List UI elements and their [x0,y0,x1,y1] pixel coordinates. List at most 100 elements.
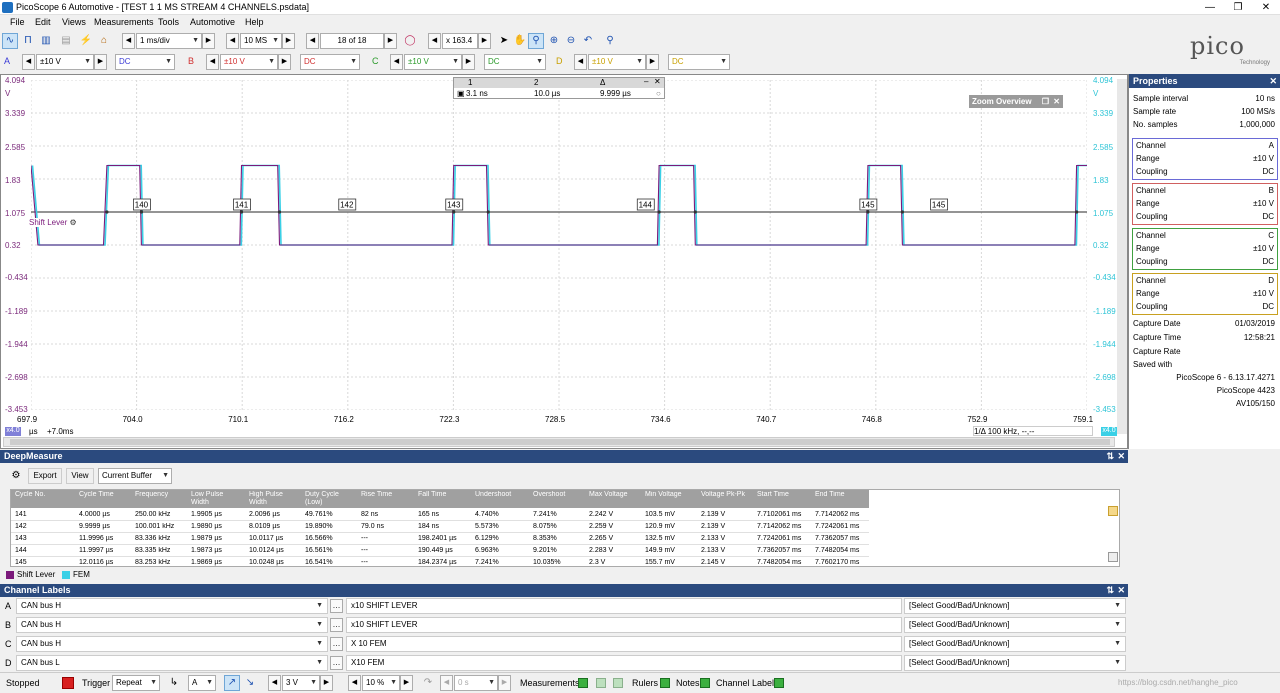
label-field[interactable]: x10 SHIFT LEVER [346,617,902,633]
delay-icon[interactable]: ↷ [420,675,436,691]
channel-a-range-prev[interactable]: ◀ [22,54,35,70]
column-header[interactable]: Voltage Pk-Pk [701,491,751,499]
bus-select[interactable]: CAN bus H ▼ [16,617,328,633]
menu-tools[interactable]: Tools [158,17,179,27]
channel-d-range-prev[interactable]: ◀ [574,54,587,70]
rulers-icon[interactable] [660,678,670,688]
channel-c-range-next[interactable]: ▶ [462,54,475,70]
zoom-next-button[interactable]: ▶ [478,33,491,49]
column-header[interactable]: Min Voltage [645,491,695,499]
cycle-marker[interactable]: 141 [233,198,251,211]
column-header[interactable]: Low Pulse Width [191,491,243,507]
scrollbar-thumb[interactable] [10,439,1110,445]
horizontal-scrollbar[interactable] [3,437,1115,447]
column-header[interactable]: Cycle No. [15,491,73,499]
column-header[interactable]: Overshoot [533,491,583,499]
buffer-select[interactable]: Current Buffer ▼ [98,468,172,484]
menu-automotive[interactable]: Automotive [190,17,235,27]
level-prev-button[interactable]: ◀ [268,675,281,691]
delete-measurement-icon[interactable] [613,678,623,688]
column-header[interactable]: Cycle Time [79,491,129,499]
channel-a-range-next[interactable]: ▶ [94,54,107,70]
zoom-factor[interactable]: x 163.4 [442,33,478,49]
rising-edge-icon[interactable]: ↗ [224,675,240,691]
vertical-scrollbar[interactable] [1117,79,1127,434]
scope-view[interactable]: 4.094 V 3.339 2.585 1.83 1.075 0.32 -0.434 -1.18… [0,74,1128,449]
export-button[interactable]: Export [28,468,62,484]
zoom-overview[interactable]: Zoom Overview ❐ ✕ [969,95,1063,108]
cycle-marker[interactable]: 142 [338,198,357,211]
pre-trigger[interactable]: 10 % ▼ [362,675,400,691]
menu-file[interactable]: File [10,17,25,27]
timebase-prev-button[interactable]: ◀ [122,33,135,49]
channel-d-label[interactable]: D [556,56,563,66]
probe-icon[interactable]: ⚡ [78,33,94,49]
column-header[interactable]: Frequency [135,491,185,499]
channel-b-range-prev[interactable]: ◀ [206,54,219,70]
notes-icon[interactable] [700,678,710,688]
status-select[interactable]: [Select Good/Bad/Unknown] ▼ [904,598,1126,614]
cycle-marker[interactable]: 143 [445,198,464,211]
add-measurement-icon[interactable] [578,678,588,688]
pointer-icon[interactable]: ➤ [496,33,512,49]
trigger-delay[interactable]: 0 s ▼ [454,675,498,691]
close-icon[interactable]: ✕ [1269,74,1277,88]
buffer-next-button[interactable]: ▶ [384,33,397,49]
channel-b-range-next[interactable]: ▶ [278,54,291,70]
legend-fem[interactable]: FEM [73,570,90,579]
deepmeasure-table[interactable]: Cycle No. Cycle Time Frequency Low Pulse Wi… [10,489,1120,567]
edit-measurement-icon[interactable] [596,678,606,688]
close-icon[interactable]: ✕ [1117,450,1125,463]
column-header[interactable]: Undershoot [475,491,527,499]
x-zoom-badge[interactable]: x4.0 [5,427,21,436]
column-header[interactable]: Start Time [757,491,809,499]
persistence-mode-icon[interactable]: П [20,33,36,49]
channel-d-coupling[interactable]: DC ▼ [668,54,730,70]
channel-a-range[interactable]: ±10 V ▼ [36,54,94,70]
samples-select[interactable]: 10 MS ▼ [240,33,282,49]
table-row[interactable]: 142 9.9999 µs 100.001 kHz 1.9890 µs 8.0109 µ… [11,521,869,533]
more-options-button[interactable]: … [330,599,343,613]
timebase-select[interactable]: 1 ms/div ▼ [136,33,202,49]
spectrum-mode-icon[interactable]: ▥ [38,33,54,49]
channel-b-label[interactable]: B [188,56,194,66]
menu-edit[interactable]: Edit [35,17,51,27]
trigger-settings-icon[interactable]: ↳ [166,675,182,691]
zoom-prev-button[interactable]: ◀ [428,33,441,49]
samples-next-button[interactable]: ▶ [282,33,295,49]
channel-c-coupling[interactable]: DC ▼ [484,54,546,70]
close-icon[interactable]: ✕ [654,77,661,86]
serial-decode-icon[interactable]: ▤ [58,33,74,49]
channel-c-label[interactable]: C [372,56,379,66]
menu-views[interactable]: Views [62,17,86,27]
pin-icon[interactable]: ⇅ [1106,584,1114,597]
lock-icon[interactable]: ○ [656,89,661,99]
scroll-down-button[interactable] [1108,552,1118,562]
column-header[interactable]: Max Voltage [589,491,639,499]
minimize-icon[interactable]: – [644,77,648,86]
channel-a-label[interactable]: A [4,56,10,66]
label-field[interactable]: x10 SHIFT LEVER [346,598,902,614]
restore-button[interactable]: ❐ [1224,0,1252,15]
close-icon[interactable]: ✕ [1117,584,1125,597]
undo-zoom-icon[interactable]: ↶ [580,33,596,49]
column-header[interactable]: Rise Time [361,491,412,499]
table-row[interactable]: 143 11.9996 µs 83.336 kHz 1.9879 µs 10.0117 … [11,533,869,545]
status-select[interactable]: [Select Good/Bad/Unknown] ▼ [904,636,1126,652]
table-row[interactable]: 141 4.0000 µs 250.00 kHz 1.9905 µs 2.0096 µs… [11,509,869,521]
menu-measurements[interactable]: Measurements [94,17,154,27]
samples-prev-button[interactable]: ◀ [226,33,239,49]
cycle-marker[interactable]: 145 [859,198,878,211]
buffer-prev-button[interactable]: ◀ [306,33,319,49]
status-select[interactable]: [Select Good/Bad/Unknown] ▼ [904,655,1126,671]
pre-prev-button[interactable]: ◀ [348,675,361,691]
home-icon[interactable]: ⌂ [96,33,112,49]
label-field[interactable]: X 10 FEM [346,636,902,652]
table-row[interactable]: 144 11.9997 µs 83.335 kHz 1.9873 µs 10.0124 … [11,545,869,557]
column-header[interactable]: High Pulse Width [249,491,299,507]
channel-c-range[interactable]: ±10 V ▼ [404,54,462,70]
restore-icon[interactable]: ❐ [1042,95,1049,108]
column-header[interactable]: Duty Cycle (Low) [305,491,355,507]
waveform-plot[interactable]: 140 141 142 143 144 145 145 [31,80,1087,410]
timebase-next-button[interactable]: ▶ [202,33,215,49]
